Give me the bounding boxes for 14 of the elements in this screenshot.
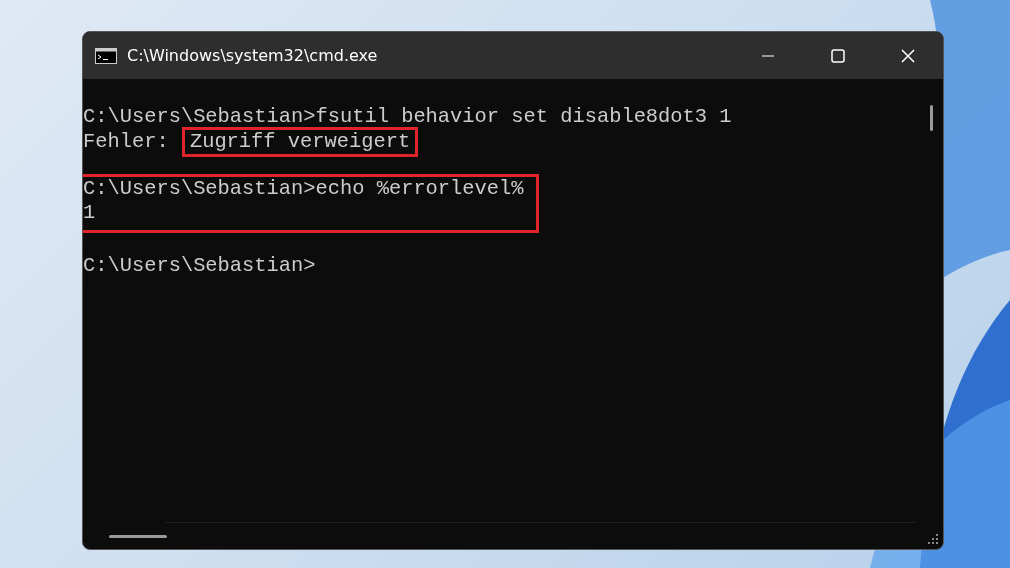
console-text: 1	[83, 201, 96, 224]
close-icon	[900, 47, 916, 64]
console-text: C:\Users\Sebastian>	[83, 254, 316, 277]
terminal-icon	[95, 47, 117, 64]
minimize-icon	[762, 54, 774, 57]
resize-grip-icon[interactable]	[927, 533, 939, 545]
horizontal-scrollbar[interactable]	[109, 535, 167, 538]
console-text: Fehler:	[83, 129, 170, 153]
console-text: C:\Users\Sebastian>fsutil behavior set disable8dot3 1	[83, 105, 732, 128]
console-text: C:\Users\Sebastian>echo %errorlevel%	[83, 176, 524, 200]
maximize-icon	[830, 47, 846, 64]
highlighted-text: Zugriff verweigert	[181, 126, 419, 157]
vertical-scrollbar[interactable]	[930, 105, 933, 131]
window-title: C:\Windows\system32\cmd.exe	[127, 46, 379, 65]
